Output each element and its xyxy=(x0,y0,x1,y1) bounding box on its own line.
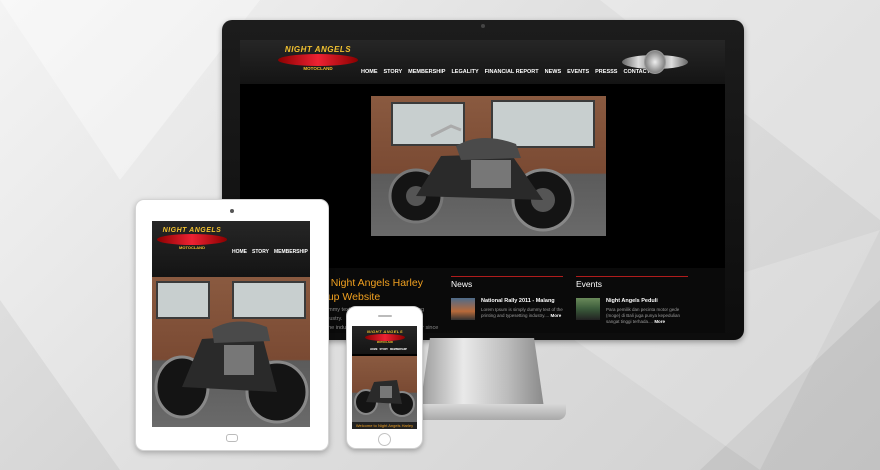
phone-nav-story[interactable]: STORY xyxy=(380,348,388,351)
phone-device: NIGHT ANGELS MOTOCLAND HOME STORY MEMBER… xyxy=(346,306,423,449)
events-item-desc: Para pemilik dan pecinta motor gede (mog… xyxy=(606,307,681,324)
news-column: News National Rally 2011 - Malang Lorem … xyxy=(451,276,563,320)
tablet-header: NIGHT ANGELS MOTOCLAND HOME STORY MEMBER… xyxy=(152,221,310,277)
nav-legality[interactable]: LEGALITY xyxy=(451,69,478,75)
nav-news[interactable]: NEWS xyxy=(545,69,562,75)
logo-wings xyxy=(278,54,358,66)
site-header: NIGHT ANGELS MOTOCLAND HOME STORY MEMBER… xyxy=(240,40,725,84)
tablet-hero-image xyxy=(152,277,310,427)
phone-logo-wings xyxy=(365,334,405,341)
tablet-screen: NIGHT ANGELS MOTOCLAND HOME STORY MEMBER… xyxy=(152,221,310,427)
phone-welcome-bar: Welcome to Night Angels Harley xyxy=(352,422,417,429)
nav-financial-report[interactable]: FINANCIAL REPORT xyxy=(485,69,539,75)
nav-story[interactable]: STORY xyxy=(384,69,403,75)
phone-screen: NIGHT ANGELS MOTOCLAND HOME STORY MEMBER… xyxy=(352,326,417,429)
site-logo[interactable]: NIGHT ANGELS MOTOCLAND xyxy=(276,45,360,71)
events-item-title[interactable]: Night Angels Peduli xyxy=(606,298,688,304)
phone-nav-home[interactable]: HOME xyxy=(370,348,378,351)
phone-nav: HOME STORY MEMBERSHIP xyxy=(370,348,407,351)
news-thumbnail xyxy=(451,298,475,320)
events-more-link[interactable]: More xyxy=(654,319,665,324)
phone-home-button[interactable] xyxy=(378,433,391,446)
motorcycle-graphic xyxy=(388,124,575,232)
tablet-camera xyxy=(230,209,234,213)
nav-events[interactable]: EVENTS xyxy=(567,69,589,75)
nav-home[interactable]: HOME xyxy=(361,69,378,75)
tablet-nav-membership[interactable]: MEMBERSHIP xyxy=(274,249,308,255)
events-heading: Events xyxy=(576,276,688,294)
phone-nav-membership[interactable]: MEMBERSHIP xyxy=(390,348,407,351)
tablet-nav-story[interactable]: STORY xyxy=(252,249,269,255)
events-item[interactable]: Night Angels Peduli Para pemilik dan pec… xyxy=(576,298,688,325)
nav-press[interactable]: PRESSS xyxy=(595,69,617,75)
logo-title: NIGHT ANGELS xyxy=(284,45,352,54)
news-heading: News xyxy=(451,276,563,294)
events-thumbnail xyxy=(576,298,600,320)
monitor-base xyxy=(400,404,566,420)
tablet-nav: HOME STORY MEMBERSHIP xyxy=(232,249,308,255)
phone-motorcycle-graphic xyxy=(354,380,415,417)
nav-membership[interactable]: MEMBERSHIP xyxy=(408,69,445,75)
tablet-motorcycle-graphic xyxy=(154,321,309,424)
phone-logo[interactable]: NIGHT ANGELS MOTOCLAND xyxy=(364,329,406,344)
news-item-title[interactable]: National Rally 2011 - Malang xyxy=(481,298,563,304)
phone-hero-image xyxy=(352,356,417,422)
welcome-heading: o Night Angels Harley oup Website xyxy=(322,277,423,303)
tablet-logo-subtitle: MOTOCLAND xyxy=(179,245,205,250)
main-nav: HOME STORY MEMBERSHIP LEGALITY FINANCIAL… xyxy=(361,69,650,75)
phone-logo-subtitle: MOTOCLAND xyxy=(376,341,394,344)
webcam-dot xyxy=(481,24,485,28)
tablet-logo-wings xyxy=(157,234,227,245)
tablet-nav-home[interactable]: HOME xyxy=(232,249,247,255)
news-item[interactable]: National Rally 2011 - Malang Lorem Ipsum… xyxy=(451,298,563,320)
phone-speaker xyxy=(378,315,392,317)
logo-subtitle: MOTOCLAND xyxy=(303,66,333,71)
phone-header: NIGHT ANGELS MOTOCLAND HOME STORY MEMBER… xyxy=(352,326,417,354)
tablet-home-button[interactable] xyxy=(226,434,238,442)
events-column: Events Night Angels Peduli Para pemilik … xyxy=(576,276,688,325)
monitor-stand xyxy=(420,338,544,408)
tablet-device: NIGHT ANGELS MOTOCLAND HOME STORY MEMBER… xyxy=(135,199,329,451)
tablet-logo-title: NIGHT ANGELS xyxy=(162,227,222,234)
news-more-link[interactable]: More xyxy=(550,313,561,318)
hero-motorcycle-image xyxy=(371,96,606,236)
club-badge-icon xyxy=(622,48,688,76)
tablet-logo[interactable]: NIGHT ANGELS MOTOCLAND xyxy=(156,227,228,250)
